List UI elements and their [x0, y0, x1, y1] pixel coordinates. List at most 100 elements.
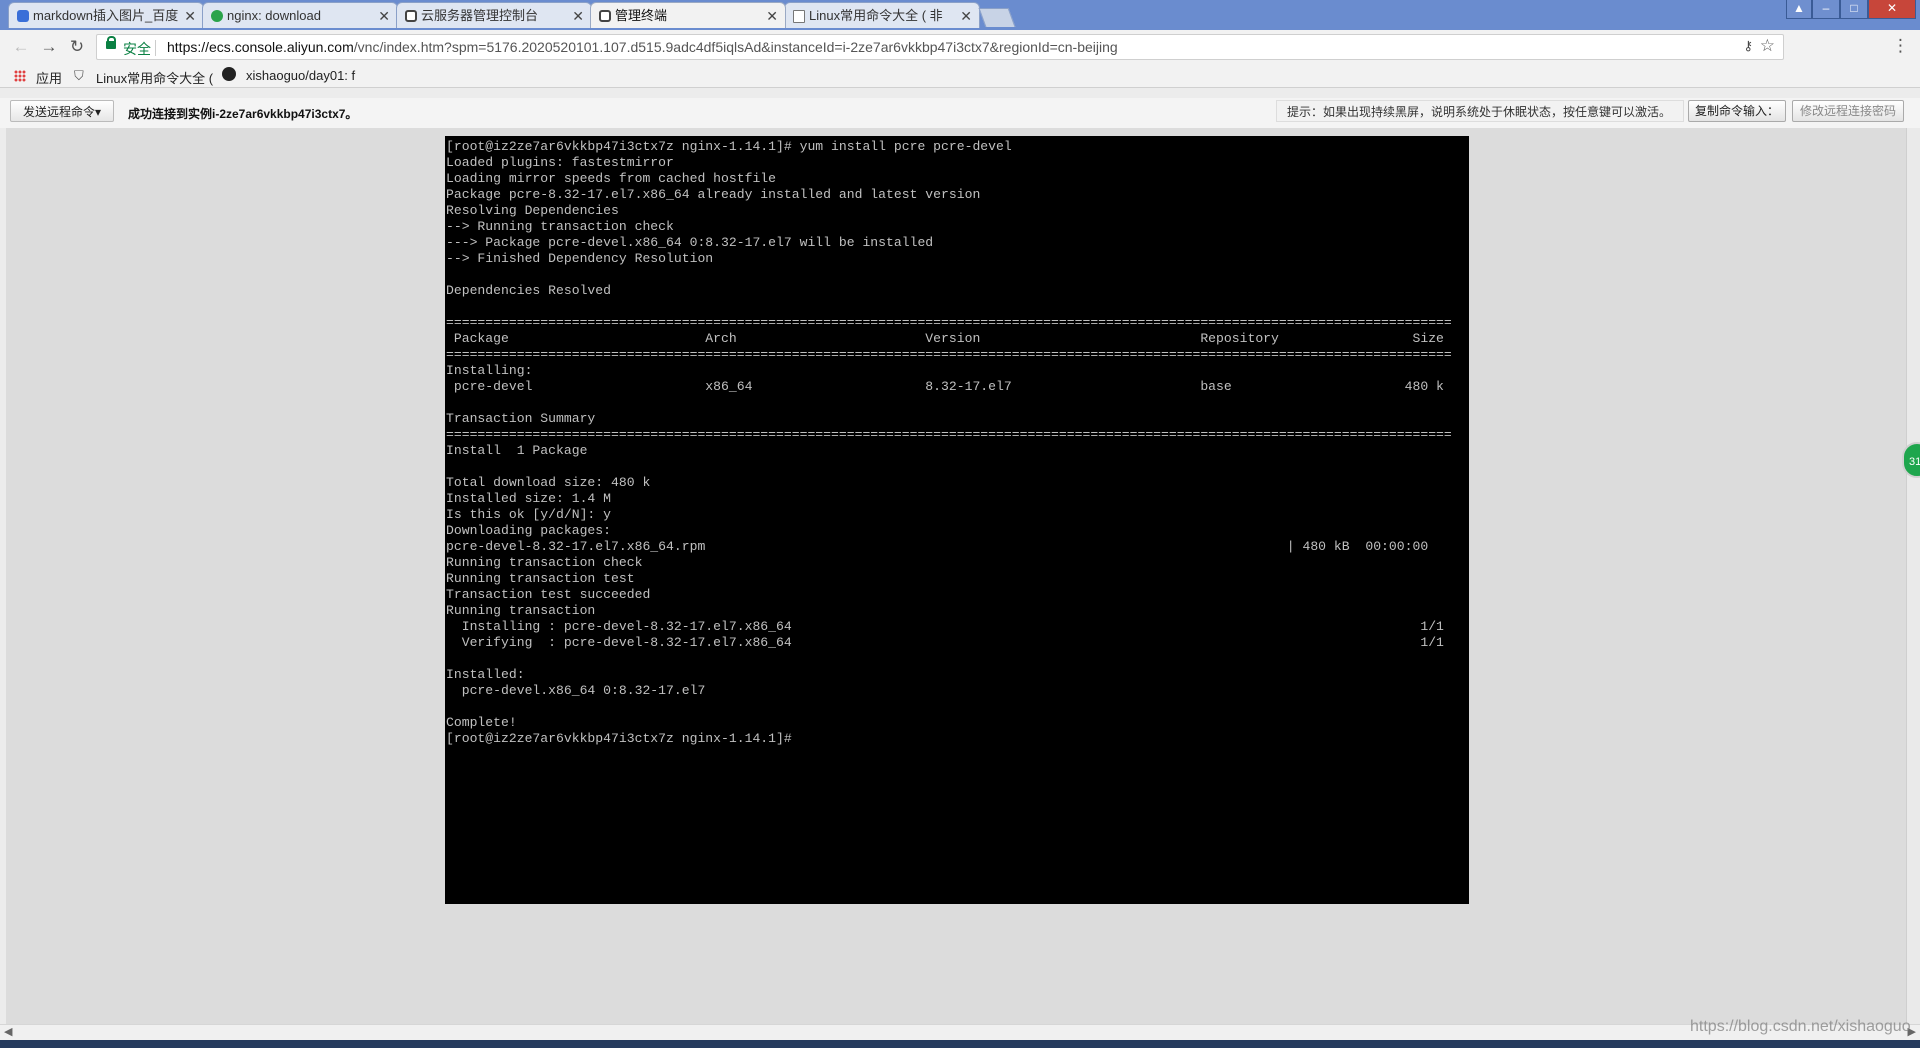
lock-icon [106, 36, 116, 49]
terminal-line: ---> Package pcre-devel.x86_64 0:8.32-17… [446, 235, 934, 250]
tab-label: 管理终端 [615, 8, 668, 23]
document-icon [793, 10, 805, 23]
bookmark-apps[interactable]: 应用 [36, 68, 62, 87]
terminal-line: pcre-devel-8.32-17.el7.x86_64.rpm | 480 … [446, 539, 1429, 554]
terminal-screen[interactable]: [root@iz2ze7ar6vkkbp47i3ctx7z nginx-1.14… [445, 136, 1469, 904]
close-icon[interactable]: ✕ [766, 3, 778, 28]
terminal-line: Transaction Summary [446, 411, 596, 426]
secure-label: 安全 [123, 41, 151, 57]
baidu-paw-icon [17, 10, 29, 22]
terminal-line: [root@iz2ze7ar6vkkbp47i3ctx7z nginx-1.14… [446, 731, 792, 746]
bookmark-star-icon[interactable]: ☆ [1760, 36, 1775, 56]
key-icon[interactable]: ⚷ [1743, 38, 1753, 54]
terminal-line: Resolving Dependencies [446, 203, 619, 218]
bookmarks-bar: 应用 ⛉ Linux常用命令大全 ( xishaoguo/day01: f [0, 64, 1920, 88]
terminal-line: ========================================… [446, 347, 1452, 362]
tab-ecs-console[interactable]: 云服务器管理控制台 ✕ [396, 2, 592, 28]
watermark: https://blog.csdn.net/xishaoguo [1690, 1018, 1911, 1035]
terminal-line: --> Finished Dependency Resolution [446, 251, 714, 266]
terminal-line: Verifying : pcre-devel-8.32-17.el7.x86_6… [446, 635, 1444, 650]
scrollbar-horizontal[interactable]: ◀ ▶ [0, 1024, 1920, 1041]
terminal-line: Is this ok [y/d/N]: y [446, 507, 612, 522]
copy-command-input-button[interactable]: 复制命令输入： [1688, 100, 1786, 122]
terminal-line: Loading mirror speeds from cached hostfi… [446, 171, 777, 186]
forward-icon[interactable]: → [38, 36, 60, 58]
terminal-line: ========================================… [446, 315, 1452, 330]
window-close-button[interactable]: ✕ [1868, 0, 1916, 19]
tab-linux-commands[interactable]: Linux常用命令大全 ( 非 ✕ [784, 2, 980, 28]
minimize-button[interactable]: – [1812, 0, 1840, 19]
terminal-line: Dependencies Resolved [446, 283, 612, 298]
browser-tab-strip: markdown插入图片_百度 ✕ nginx: download ✕ 云服务器… [0, 0, 1920, 30]
apps-grid-icon[interactable] [14, 70, 26, 82]
terminal-line: Package Arch Version Repository Size [446, 331, 1444, 346]
close-icon[interactable]: ✕ [378, 3, 390, 28]
new-tab-button[interactable] [978, 8, 1016, 27]
aliyun-icon [599, 10, 611, 22]
terminal-line: Loaded plugins: fastestmirror [446, 155, 674, 170]
aliyun-icon [405, 10, 417, 22]
tab-label: 云服务器管理控制台 [421, 8, 539, 23]
vnc-toolbar: 发送远程命令▾ 成功连接到实例i-2ze7ar6vkkbp47i3ctx7。 提… [0, 98, 1920, 128]
url-text[interactable]: https://ecs.console.aliyun.com/vnc/index… [167, 39, 1118, 55]
terminal-line: pcre-devel.x86_64 0:8.32-17.el7 [446, 683, 706, 698]
reload-icon[interactable]: ↻ [66, 36, 88, 58]
hint-text: 提示：如果出现持续黑屏，说明系统处于休眠状态，按任意键可以激活。 [1276, 100, 1684, 122]
tab-label: Linux常用命令大全 ( 非 [809, 8, 943, 23]
browser-toolbar: ← → ↻ 安全 https://ecs.console.aliyun.com/… [0, 30, 1920, 64]
nginx-icon [211, 10, 223, 22]
window-user-icon[interactable]: ▲ [1786, 0, 1812, 19]
terminal-line: --> Running transaction check [446, 219, 674, 234]
terminal-line: Total download size: 480 k [446, 475, 651, 490]
terminal-line: Package pcre-8.32-17.el7.x86_64 already … [446, 187, 981, 202]
document-icon: ⛉ [74, 68, 84, 83]
terminal-line: ========================================… [446, 427, 1452, 442]
terminal-line: Running transaction check [446, 555, 643, 570]
close-icon[interactable]: ✕ [572, 3, 584, 28]
terminal-line: Running transaction [446, 603, 596, 618]
tab-markdown[interactable]: markdown插入图片_百度 ✕ [8, 2, 204, 28]
side-badge[interactable]: 31 [1902, 442, 1920, 478]
terminal-line: Install 1 Package [446, 443, 588, 458]
vnc-viewport: [root@iz2ze7ar6vkkbp47i3ctx7z nginx-1.14… [6, 128, 1906, 1024]
scroll-left-arrow-icon[interactable]: ◀ [4, 1025, 12, 1038]
url-path: /vnc/index.htm?spm=5176.2020520101.107.d… [353, 39, 1118, 55]
bookmark-linux-commands[interactable]: Linux常用命令大全 ( [96, 68, 213, 87]
terminal-output: [root@iz2ze7ar6vkkbp47i3ctx7z nginx-1.14… [445, 136, 1469, 747]
terminal-line: Transaction test succeeded [446, 587, 651, 602]
back-icon[interactable]: ← [10, 36, 32, 58]
maximize-button[interactable]: □ [1840, 0, 1868, 19]
github-icon [222, 67, 236, 81]
terminal-line: Installing: [446, 363, 533, 378]
terminal-line: [root@iz2ze7ar6vkkbp47i3ctx7z nginx-1.14… [446, 139, 1012, 154]
tab-label: nginx: download [227, 8, 321, 23]
terminal-line: Downloading packages: [446, 523, 612, 538]
scrollbar-vertical[interactable] [1906, 128, 1920, 1024]
terminal-line: Running transaction test [446, 571, 635, 586]
terminal-line: Complete! [446, 715, 517, 730]
terminal-line: pcre-devel x86_64 8.32-17.el7 base 480 k [446, 379, 1444, 394]
bookmark-xishaoguo[interactable]: xishaoguo/day01: f [246, 68, 355, 83]
tab-nginx-download[interactable]: nginx: download ✕ [202, 2, 398, 28]
terminal-line: Installed: [446, 667, 525, 682]
url-host: https://ecs.console.aliyun.com [167, 39, 354, 55]
address-bar[interactable]: 安全 https://ecs.console.aliyun.com/vnc/in… [96, 34, 1784, 60]
terminal-line: Installed size: 1.4 M [446, 491, 612, 506]
close-icon[interactable]: ✕ [184, 3, 196, 28]
change-password-button[interactable]: 修改远程连接密码 [1792, 100, 1904, 122]
os-taskbar [0, 1040, 1920, 1048]
close-icon[interactable]: ✕ [960, 3, 972, 28]
send-remote-command-button[interactable]: 发送远程命令▾ [10, 100, 114, 122]
more-menu-icon[interactable]: ⋮ [1892, 36, 1909, 56]
terminal-line: Installing : pcre-devel-8.32-17.el7.x86_… [446, 619, 1444, 634]
tab-label: markdown插入图片_百度 [33, 8, 179, 23]
tab-management-terminal[interactable]: 管理终端 ✕ [590, 2, 786, 28]
divider [155, 40, 156, 56]
connection-status: 成功连接到实例i-2ze7ar6vkkbp47i3ctx7。 [128, 107, 358, 121]
